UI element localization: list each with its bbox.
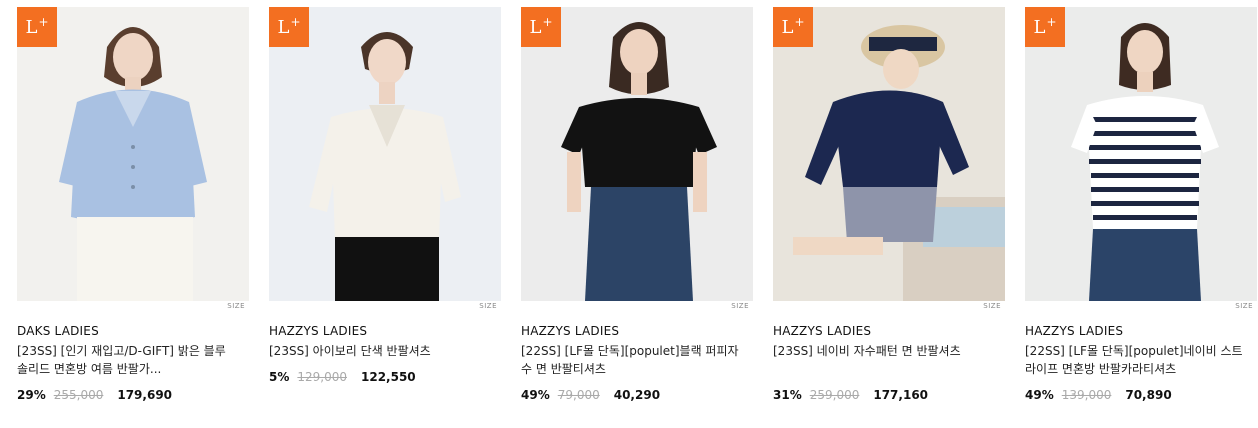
lf-plus-badge: L + xyxy=(1025,7,1065,47)
original-price: 139,000 xyxy=(1061,388,1112,402)
discount-rate: 31% xyxy=(773,388,802,402)
discount-rate: 5% xyxy=(269,370,290,384)
product-brand[interactable]: DAKS LADIES xyxy=(17,324,99,338)
size-label[interactable]: SIZE xyxy=(1235,302,1253,310)
size-label[interactable]: SIZE xyxy=(227,302,245,310)
lf-plus-badge: L + xyxy=(269,7,309,47)
sale-price: 177,160 xyxy=(873,388,929,402)
price-row: 49% 139,000 70,890 xyxy=(1025,388,1172,402)
product-image[interactable]: L + xyxy=(17,7,249,301)
price-row: 5% 129,000 122,550 xyxy=(269,370,416,384)
price-row: 49% 79,000 40,290 xyxy=(521,388,660,402)
lf-plus-badge: L + xyxy=(521,7,561,47)
original-price: 255,000 xyxy=(53,388,104,402)
sale-price: 70,890 xyxy=(1125,388,1172,402)
product-image[interactable]: L + xyxy=(1025,7,1257,301)
model-light-blue-knit-cardigan-photo xyxy=(17,7,249,301)
product-title[interactable]: [22SS] [LF몰 단독][populet]블랙 퍼피자수 면 반팔티셔츠 xyxy=(521,342,741,378)
sale-price: 122,550 xyxy=(361,370,416,384)
model-ivory-shirt-photo xyxy=(269,7,501,301)
product-grid: L + SIZE DAKS LADIES [23SS] [인기 재입고/D-GIF… xyxy=(0,0,1258,428)
model-black-tshirt-photo xyxy=(521,7,753,301)
price-row: 29% 255,000 179,690 xyxy=(17,388,172,402)
size-label[interactable]: SIZE xyxy=(983,302,1001,310)
lf-plus-badge: L + xyxy=(17,7,57,47)
product-brand[interactable]: HAZZYS LADIES xyxy=(1025,324,1123,338)
sale-price: 40,290 xyxy=(613,388,661,402)
size-label[interactable]: SIZE xyxy=(479,302,497,310)
product-brand[interactable]: HAZZYS LADIES xyxy=(269,324,367,338)
sale-price: 179,690 xyxy=(117,388,173,402)
original-price: 259,000 xyxy=(809,388,860,402)
product-brand[interactable]: HAZZYS LADIES xyxy=(773,324,871,338)
size-label[interactable]: SIZE xyxy=(731,302,749,310)
product-image[interactable]: L + xyxy=(773,7,1005,301)
product-brand[interactable]: HAZZYS LADIES xyxy=(521,324,619,338)
product-image[interactable]: L + xyxy=(269,7,501,301)
lf-plus-badge: L + xyxy=(773,7,813,47)
product-title[interactable]: [23SS] [인기 재입고/D-GIFT] 밝은 블루 솔리드 면혼방 여름 … xyxy=(17,342,237,378)
product-title[interactable]: [23SS] 아이보리 단색 반팔셔츠 xyxy=(269,342,489,360)
product-title[interactable]: [23SS] 네이비 자수패턴 면 반팔셔츠 xyxy=(773,342,993,360)
discount-rate: 49% xyxy=(521,388,550,402)
product-title[interactable]: [22SS] [LF몰 단독][populet]네이비 스트라이프 면혼방 반팔… xyxy=(1025,342,1245,378)
discount-rate: 49% xyxy=(1025,388,1054,402)
price-row: 31% 259,000 177,160 xyxy=(773,388,928,402)
discount-rate: 29% xyxy=(17,388,46,402)
original-price: 129,000 xyxy=(297,370,347,384)
model-navy-eyelet-shirt-photo xyxy=(773,7,1005,301)
model-striped-polo-photo xyxy=(1025,7,1257,301)
product-image[interactable]: L + xyxy=(521,7,753,301)
original-price: 79,000 xyxy=(557,388,600,402)
